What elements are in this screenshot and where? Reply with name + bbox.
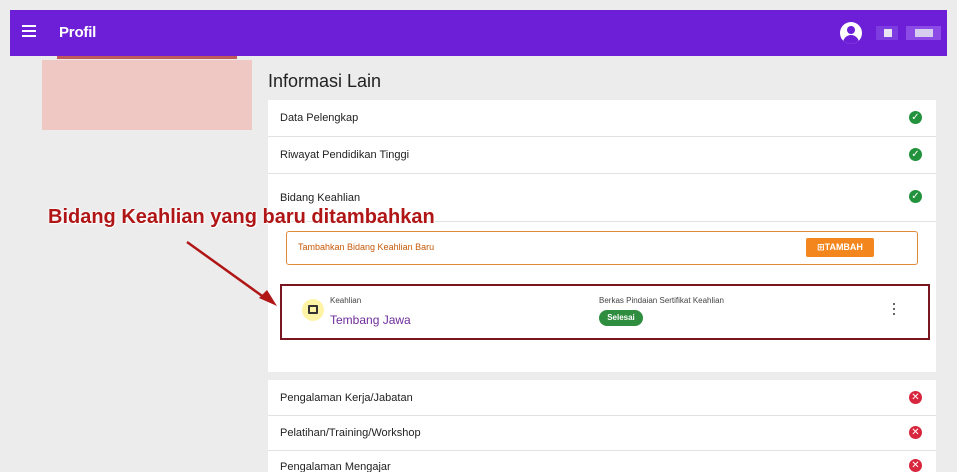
add-skill-label: Tambahkan Bidang Keahlian Baru [298,242,435,252]
row-label: Pengalaman Kerja/Jabatan [280,392,413,404]
app-bar: Profil [10,10,947,56]
cancel-circle-icon: ✕ [909,391,922,404]
profile-image-accent [57,56,237,59]
profile-image-placeholder [42,60,252,130]
app-title: Profil [59,24,97,41]
skill-field-label: Keahlian [330,296,362,305]
toolbar-chip-wide[interactable] [906,26,941,40]
row-riwayat-pendidikan[interactable]: Riwayat Pendidikan Tinggi ✓ [268,137,936,174]
add-skill-button[interactable]: ⊞TAMBAH [806,238,874,257]
toolbar-chip-small[interactable] [876,26,898,40]
section-title: Informasi Lain [268,71,382,91]
annotation-arrow-icon [186,240,277,306]
row-label: Pengalaman Mengajar [280,461,391,472]
cancel-circle-icon: ✕ [909,426,922,439]
row-label: Bidang Keahlian [280,192,361,204]
row-data-pelengkap[interactable]: Data Pelengkap ✓ [268,100,936,137]
add-skill-box[interactable]: Tambahkan Bidang Keahlian Baru ⊞TAMBAH [286,231,918,265]
check-circle-icon: ✓ [909,111,922,124]
check-circle-icon: ✓ [909,148,922,161]
certificate-file-label: Berkas Pindaian Sertifikat Keahlian [599,296,724,305]
row-pengalaman-kerja[interactable]: Pengalaman Kerja/Jabatan ✕ [268,380,936,416]
certificate-icon [302,299,324,321]
annotation-text: Bidang Keahlian yang baru ditambahkan [48,206,435,228]
status-badge: Selesai [599,310,643,326]
row-label: Riwayat Pendidikan Tinggi [280,149,410,161]
cancel-circle-icon: ✕ [909,459,922,472]
add-box-icon: ⊞ [817,242,825,252]
row-label: Data Pelengkap [280,112,359,124]
row-label: Pelatihan/Training/Workshop [280,427,421,439]
more-vertical-icon[interactable] [891,303,897,319]
add-skill-button-label: TAMBAH [824,242,863,252]
hamburger-menu-icon[interactable] [22,25,36,39]
row-pelatihan[interactable]: Pelatihan/Training/Workshop ✕ [268,416,936,451]
skill-field-value: Tembang Jawa [330,313,411,327]
check-circle-icon: ✓ [909,190,922,203]
skill-entry-card[interactable]: Keahlian Tembang Jawa Berkas Pindaian Se… [280,284,930,340]
row-pengalaman-mengajar[interactable]: Pengalaman Mengajar ✕ [268,451,936,472]
account-circle-icon[interactable] [840,22,862,44]
